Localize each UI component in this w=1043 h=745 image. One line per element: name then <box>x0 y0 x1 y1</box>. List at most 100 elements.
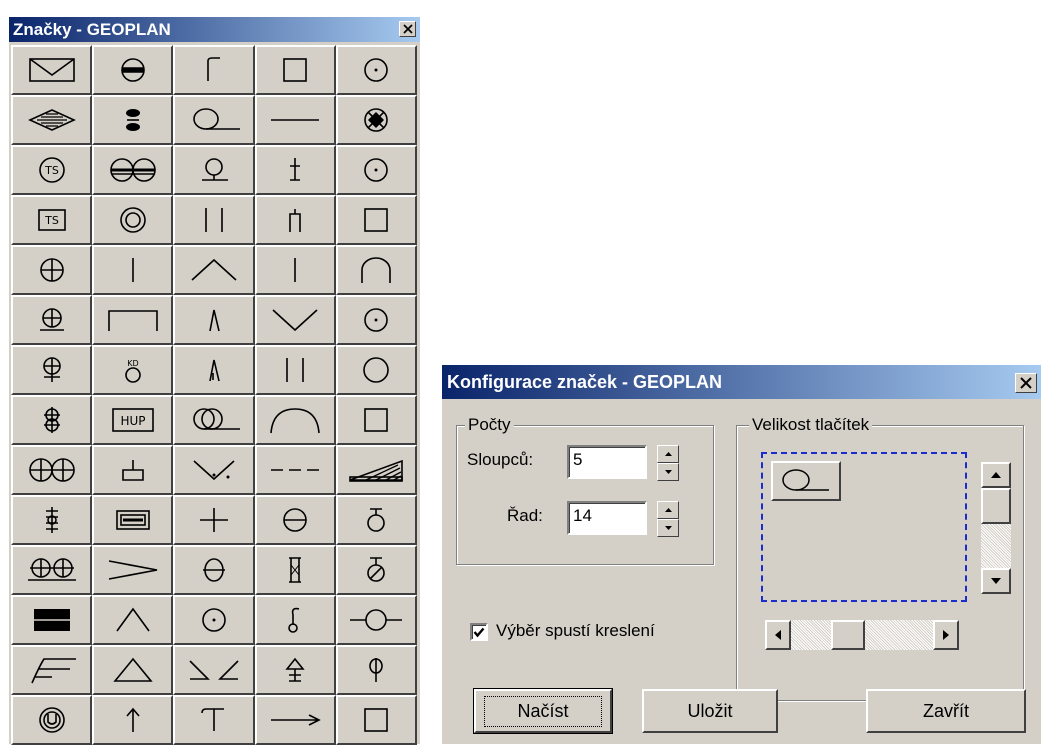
rows-up-button[interactable] <box>657 501 679 519</box>
horizontal-scroll-left-button[interactable] <box>765 620 791 650</box>
chevron-up-icon <box>191 258 237 281</box>
vertical-scroll-track[interactable] <box>981 524 1011 568</box>
symbol-button[interactable]: TS <box>11 195 93 245</box>
rows-down-button[interactable] <box>657 519 679 537</box>
symbol-button[interactable] <box>335 345 417 395</box>
arrow-down-icon <box>991 578 1001 584</box>
symbol-button[interactable] <box>335 245 417 295</box>
columns-stepper[interactable] <box>657 445 679 481</box>
draw-on-select-label[interactable]: Výběr spustí kreslení <box>496 621 655 641</box>
symbol-button[interactable] <box>92 545 174 595</box>
symbol-button[interactable] <box>254 495 336 545</box>
symbol-button[interactable] <box>254 595 336 645</box>
symbol-button[interactable] <box>254 545 336 595</box>
symbol-button[interactable] <box>92 95 174 145</box>
symbol-button[interactable] <box>173 445 255 495</box>
symbol-button[interactable] <box>11 345 93 395</box>
symbol-button[interactable] <box>92 195 174 245</box>
symbol-button[interactable] <box>11 595 93 645</box>
symbol-button[interactable] <box>254 245 336 295</box>
symbol-button[interactable] <box>11 445 93 495</box>
symbol-button[interactable] <box>173 595 255 645</box>
symbol-button[interactable] <box>173 395 255 445</box>
symbol-button[interactable] <box>254 45 336 95</box>
symbol-button[interactable] <box>11 95 93 145</box>
symbol-button[interactable] <box>11 295 93 345</box>
dialog-titlebar[interactable]: Konfigurace značek - GEOPLAN <box>442 365 1041 399</box>
symbol-button[interactable] <box>11 545 93 595</box>
symbol-button[interactable] <box>254 145 336 195</box>
horizontal-scroll-right-button[interactable] <box>933 620 959 650</box>
symbol-button[interactable] <box>254 295 336 345</box>
vertical-line-icon <box>131 258 134 282</box>
symbol-button[interactable] <box>335 145 417 195</box>
vertical-scroll-up-button[interactable] <box>981 462 1011 488</box>
button-size-preview[interactable] <box>761 452 967 602</box>
symbol-button[interactable] <box>173 645 255 695</box>
symbol-button[interactable] <box>254 645 336 695</box>
symbol-button[interactable] <box>254 445 336 495</box>
load-button[interactable]: Načíst <box>473 688 613 734</box>
symbol-button[interactable]: HUP <box>92 395 174 445</box>
symbol-button[interactable] <box>173 195 255 245</box>
close-button[interactable]: Zavřít <box>866 689 1026 733</box>
symbol-button[interactable] <box>335 445 417 495</box>
symbol-button[interactable] <box>335 695 417 745</box>
symbol-button[interactable] <box>254 695 336 745</box>
envelope-icon <box>28 58 75 82</box>
symbol-button[interactable] <box>173 95 255 145</box>
symbol-button[interactable] <box>92 695 174 745</box>
symbol-button[interactable] <box>11 245 93 295</box>
symbol-button[interactable] <box>11 495 93 545</box>
symbol-button[interactable] <box>92 645 174 695</box>
columns-input[interactable]: 5 <box>567 445 647 479</box>
draw-on-select-checkbox[interactable] <box>470 623 488 641</box>
preview-symbol-button <box>771 461 841 501</box>
symbol-button[interactable] <box>173 695 255 745</box>
palette-close-button[interactable] <box>399 21 416 37</box>
symbol-button[interactable] <box>92 145 174 195</box>
symbol-button[interactable] <box>335 45 417 95</box>
symbol-button[interactable] <box>173 295 255 345</box>
symbol-button[interactable] <box>11 645 93 695</box>
symbol-button[interactable] <box>173 545 255 595</box>
dialog-close-button[interactable] <box>1015 373 1037 393</box>
horizontal-scroll-thumb[interactable] <box>831 620 865 650</box>
symbol-button[interactable] <box>92 245 174 295</box>
symbol-button[interactable] <box>335 545 417 595</box>
symbol-button[interactable] <box>254 95 336 145</box>
symbol-button[interactable] <box>254 395 336 445</box>
symbol-button[interactable] <box>11 395 93 445</box>
vertical-scroll-down-button[interactable] <box>981 568 1011 594</box>
symbol-button[interactable] <box>254 345 336 395</box>
columns-up-button[interactable] <box>657 445 679 463</box>
symbol-button[interactable] <box>335 95 417 145</box>
symbol-button[interactable] <box>92 295 174 345</box>
symbol-button[interactable] <box>173 145 255 195</box>
symbol-button[interactable] <box>335 595 417 645</box>
vertical-scroll-thumb[interactable] <box>981 488 1011 524</box>
symbol-button[interactable] <box>92 445 174 495</box>
symbol-button[interactable]: TS <box>11 145 93 195</box>
symbol-button[interactable] <box>92 45 174 95</box>
columns-down-button[interactable] <box>657 463 679 481</box>
symbol-button[interactable] <box>173 345 255 395</box>
symbol-button[interactable] <box>335 495 417 545</box>
symbol-button[interactable] <box>335 645 417 695</box>
symbol-button[interactable] <box>92 595 174 645</box>
rows-stepper[interactable] <box>657 501 679 537</box>
symbol-button[interactable] <box>173 45 255 95</box>
symbol-button[interactable]: KD <box>92 345 174 395</box>
symbol-button[interactable] <box>173 245 255 295</box>
symbol-button[interactable] <box>335 395 417 445</box>
symbol-button[interactable] <box>335 295 417 345</box>
rows-input[interactable]: 14 <box>567 501 647 535</box>
symbol-button[interactable] <box>11 45 93 95</box>
symbol-button[interactable] <box>92 495 174 545</box>
symbol-button[interactable] <box>11 695 93 745</box>
symbol-button[interactable] <box>335 195 417 245</box>
symbol-button[interactable] <box>254 195 336 245</box>
palette-titlebar[interactable]: Značky - GEOPLAN <box>9 17 420 42</box>
symbol-button[interactable] <box>173 495 255 545</box>
save-button[interactable]: Uložit <box>642 689 778 733</box>
